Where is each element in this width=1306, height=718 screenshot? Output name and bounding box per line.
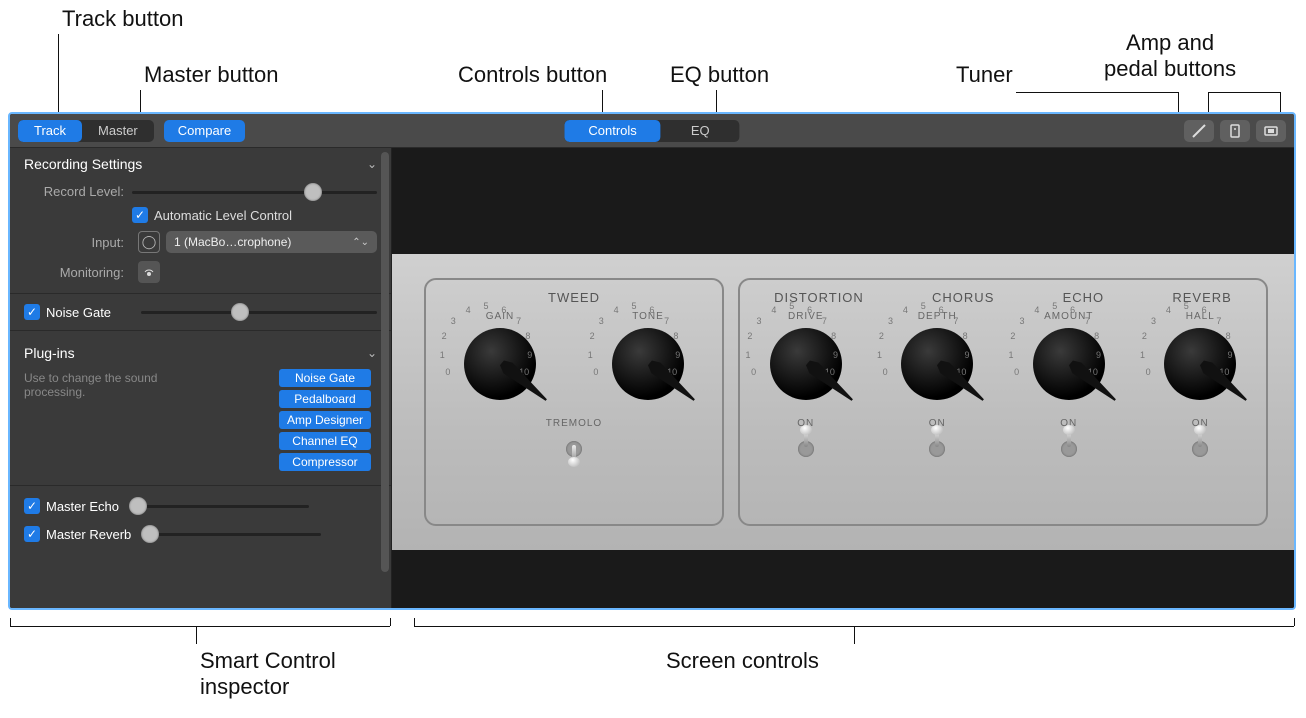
drive-knob[interactable]: 012345678910 [770, 328, 842, 400]
distortion-title: DISTORTION [774, 290, 864, 305]
master-echo-checkbox[interactable] [24, 498, 40, 514]
master-echo-slider[interactable] [129, 499, 309, 513]
plugin-list: Noise Gate Pedalboard Amp Designer Chann… [279, 369, 371, 471]
noise-gate-checkbox[interactable] [24, 304, 40, 320]
reverb-title: REVERB [1172, 290, 1231, 305]
input-label: Input: [24, 235, 132, 250]
master-reverb-label: Master Reverb [46, 527, 131, 542]
pedal-icon [1263, 123, 1279, 139]
hall-knob[interactable]: 012345678910 [1164, 328, 1236, 400]
controls-button[interactable]: Controls [564, 120, 660, 142]
callout-screen: Screen controls [666, 648, 819, 674]
eq-button[interactable]: EQ [661, 120, 740, 142]
noise-gate-slider[interactable] [141, 305, 377, 319]
chorus-switch[interactable] [926, 433, 948, 463]
fx-section: DISTORTION CHORUS ECHO REVERB DRIVE01234… [738, 278, 1268, 526]
screen-controls-area: TWEED GAIN 012345678910 TONE 01234567891… [392, 148, 1294, 608]
tweed-section: TWEED GAIN 012345678910 TONE 01234567891… [424, 278, 724, 526]
plugin-pedalboard[interactable]: Pedalboard [279, 390, 371, 408]
callout-master: Master button [144, 62, 279, 88]
chevron-down-icon: ⌄ [367, 157, 377, 171]
echo-switch[interactable] [1058, 433, 1080, 463]
master-echo-label: Master Echo [46, 499, 119, 514]
chorus-title: CHORUS [932, 290, 994, 305]
tone-knob[interactable]: 012345678910 [612, 328, 684, 400]
toolbar: Track Master Compare Controls EQ [10, 114, 1294, 148]
inspector-scrollbar[interactable] [381, 152, 389, 572]
monitoring-icon [142, 265, 156, 279]
distortion-switch[interactable] [795, 433, 817, 463]
input-select[interactable]: 1 (MacBo…crophone) ⌃⌄ [166, 231, 377, 253]
plugin-compressor[interactable]: Compressor [279, 453, 371, 471]
plugin-noise-gate[interactable]: Noise Gate [279, 369, 371, 387]
amp-icon [1227, 123, 1243, 139]
tweed-title: TWEED [548, 290, 600, 305]
tuner-button[interactable] [1184, 120, 1214, 142]
recording-settings-label: Recording Settings [24, 156, 142, 172]
depth-knob[interactable]: 012345678910 [901, 328, 973, 400]
plugins-header[interactable]: Plug-ins ⌄ [10, 337, 391, 369]
plugins-label: Plug-ins [24, 345, 75, 361]
master-reverb-checkbox[interactable] [24, 526, 40, 542]
callout-amp: Amp and pedal buttons [1104, 30, 1236, 82]
auto-level-checkbox[interactable] [132, 207, 148, 223]
callout-inspector: Smart Control inspector [200, 648, 336, 700]
input-channel-icon[interactable]: ◯ [138, 231, 160, 253]
auto-level-label: Automatic Level Control [154, 208, 292, 223]
recording-settings-header[interactable]: Recording Settings ⌄ [10, 148, 391, 180]
record-level-slider[interactable] [132, 185, 377, 199]
tuner-icon [1191, 123, 1207, 139]
gain-knob[interactable]: 012345678910 [464, 328, 536, 400]
plugin-channel-eq[interactable]: Channel EQ [279, 432, 371, 450]
master-reverb-slider[interactable] [141, 527, 321, 541]
reverb-switch[interactable] [1189, 433, 1211, 463]
smart-control-inspector: Recording Settings ⌄ Record Level: Autom… [10, 148, 392, 608]
monitoring-label: Monitoring: [24, 265, 132, 280]
noise-gate-label: Noise Gate [46, 305, 111, 320]
compare-button[interactable]: Compare [164, 120, 245, 142]
callout-controls: Controls button [458, 62, 607, 88]
pedal-button[interactable] [1256, 120, 1286, 142]
chevron-down-icon: ⌄ [367, 346, 377, 360]
tremolo-label: TREMOLO [546, 418, 602, 429]
plugin-amp-designer[interactable]: Amp Designer [279, 411, 371, 429]
amount-knob[interactable]: 012345678910 [1033, 328, 1105, 400]
track-button[interactable]: Track [18, 120, 82, 142]
input-select-value: 1 (MacBo…crophone) [174, 235, 291, 249]
amp-button[interactable] [1220, 120, 1250, 142]
smart-controls-window: Track Master Compare Controls EQ [8, 112, 1296, 610]
monitoring-toggle[interactable] [138, 261, 160, 283]
echo-title: ECHO [1063, 290, 1105, 305]
plugins-description: Use to change the sound processing. [10, 369, 200, 401]
callout-track: Track button [62, 6, 183, 32]
callout-tuner: Tuner [956, 62, 1013, 88]
updown-icon: ⌃⌄ [352, 237, 369, 248]
track-master-segment: Track Master [18, 120, 154, 142]
callout-eq: EQ button [670, 62, 769, 88]
record-level-label: Record Level: [24, 184, 132, 199]
tremolo-switch[interactable] [563, 433, 585, 463]
controls-eq-segment: Controls EQ [564, 120, 739, 142]
master-button[interactable]: Master [82, 120, 154, 142]
